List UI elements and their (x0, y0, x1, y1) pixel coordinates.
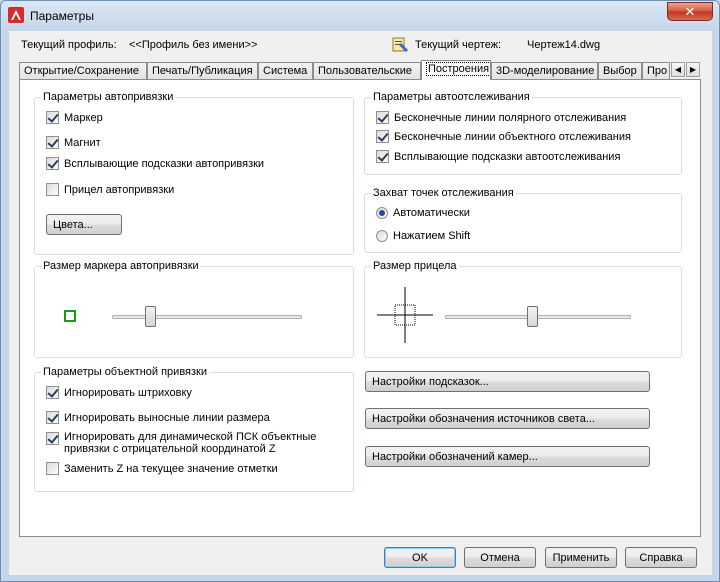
checkbox-polar-tracking-vector[interactable]: Бесконечные линии полярного отслеживания (376, 111, 626, 124)
group-title: Захват точек отслеживания (371, 187, 516, 199)
light-glyph-settings-button[interactable]: Настройки обозначения источников света..… (365, 408, 650, 429)
help-button[interactable]: Справка (625, 547, 697, 568)
tab-open-save[interactable]: Открытие/Сохранение (19, 62, 147, 79)
current-drawing-value: Чертеж14.dwg (527, 39, 601, 51)
checkbox-label: Магнит (64, 136, 101, 149)
marker-size-group: Размер маркера автопривязки (34, 260, 354, 358)
checkbox-label: Прицел автопривязки (64, 183, 175, 196)
drawing-file-icon (392, 37, 408, 52)
checkbox-marker[interactable]: Маркер (46, 111, 103, 124)
tab-user-preferences[interactable]: Пользовательские (313, 62, 421, 79)
tab-label: 3D-моделирование (496, 65, 595, 77)
drafting-page: Параметры автопривязки Маркер Магнит Всп… (19, 79, 701, 537)
group-title: Размер прицела (371, 260, 459, 272)
aperture-size-slider-thumb[interactable] (527, 306, 539, 327)
checkbox-label: Игнорировать штриховку (64, 386, 192, 399)
checkbox-ignore-dimension-extension[interactable]: Игнорировать выносные линии размера (46, 411, 270, 424)
marker-size-slider[interactable] (112, 315, 302, 319)
autotrack-settings-group: Параметры автоотслеживания Бесконечные л… (364, 91, 682, 175)
tab-selection[interactable]: Выбор (598, 62, 642, 79)
aperture-crosshair-icon (377, 287, 433, 343)
window-title: Параметры (30, 9, 94, 23)
close-icon: ✕ (684, 4, 696, 19)
tab-label: Пользовательские (318, 65, 412, 77)
group-title: Размер маркера автопривязки (41, 260, 201, 272)
options-window: Параметры ✕ Текущий профиль: <<Профиль б… (0, 0, 720, 582)
tab-system[interactable]: Система (258, 62, 313, 79)
checkbox-label: Игнорировать выносные линии размера (64, 411, 270, 424)
radio-label: Нажатием Shift (393, 230, 471, 242)
close-button[interactable]: ✕ (667, 2, 713, 21)
camera-glyph-settings-button[interactable]: Настройки обозначений камер... (365, 446, 650, 467)
tab-profiles[interactable]: Про (642, 62, 670, 79)
checkbox-label: Бесконечные линии объектного отслеживани… (394, 130, 631, 143)
checkbox-autosnap-tooltips[interactable]: Всплывающие подсказки автопривязки (46, 157, 264, 170)
checkbox-ignore-negative-z[interactable]: Игнорировать для динамической ПСК объект… (46, 431, 336, 455)
acquisition-group: Захват точек отслеживания Автоматически … (364, 187, 682, 253)
checkbox-icon (46, 411, 59, 424)
colors-button[interactable]: Цвета... (46, 214, 122, 235)
tab-label: Открытие/Сохранение (24, 65, 139, 77)
title-bar[interactable]: Параметры ✕ (1, 1, 719, 31)
radio-automatic[interactable]: Автоматически (376, 207, 470, 219)
current-profile-value: <<Профиль без имени>> (129, 39, 258, 51)
tooltip-settings-button[interactable]: Настройки подсказок... (365, 371, 650, 392)
checkbox-icon (376, 111, 389, 124)
checkbox-icon (46, 136, 59, 149)
tab-scroll-left-icon[interactable]: ◀ (671, 62, 685, 77)
marker-size-slider-thumb[interactable] (145, 306, 156, 327)
tab-label: Печать/Публикация (152, 65, 253, 77)
checkbox-aperture-box[interactable]: Прицел автопривязки (46, 183, 174, 196)
marker-preview (64, 310, 76, 322)
tab-scroll-right-icon[interactable]: ▶ (686, 62, 700, 77)
checkbox-replace-z-elevation[interactable]: Заменить Z на текущее значение отметки (46, 462, 278, 475)
tab-drafting[interactable]: Построения (421, 60, 491, 80)
group-title: Параметры объектной привязки (41, 366, 210, 378)
checkbox-icon (46, 386, 59, 399)
checkbox-icon (46, 432, 59, 445)
checkbox-icon (376, 150, 389, 163)
current-drawing-label: Текущий чертеж: (415, 39, 502, 51)
dialog-client: Текущий профиль: <<Профиль без имени>> Т… (9, 31, 712, 575)
osnap-options-group: Параметры объектной привязки Игнорироват… (34, 366, 354, 492)
checkbox-label: Всплывающие подсказки автопривязки (64, 157, 265, 170)
group-title: Параметры автопривязки (41, 91, 176, 103)
radio-label: Автоматически (393, 207, 470, 219)
cancel-button[interactable]: Отмена (464, 547, 536, 568)
checkbox-autotrack-tooltips[interactable]: Всплывающие подсказки автоотслеживания (376, 150, 620, 163)
radio-icon (376, 207, 388, 219)
autocad-logo-icon (8, 7, 24, 23)
checkbox-magnet[interactable]: Магнит (46, 136, 101, 149)
checkbox-ignore-hatch[interactable]: Игнорировать штриховку (46, 386, 192, 399)
tab-label: Про (647, 65, 668, 77)
tab-label: Построения (426, 62, 490, 76)
radio-shift-to-acquire[interactable]: Нажатием Shift (376, 230, 470, 242)
checkbox-label: Маркер (64, 111, 103, 124)
checkbox-label: Игнорировать для динамической ПСК объект… (64, 431, 317, 455)
tab-label: Система (263, 65, 308, 77)
aperture-size-group: Размер прицела (364, 260, 682, 358)
checkbox-label: Всплывающие подсказки автоотслеживания (394, 150, 621, 163)
ok-button[interactable]: OK (384, 547, 456, 568)
group-title: Параметры автоотслеживания (371, 91, 532, 103)
radio-icon (376, 230, 388, 242)
checkbox-icon (46, 462, 59, 475)
tab-strip: Открытие/Сохранение Печать/Публикация Си… (19, 60, 703, 80)
checkbox-icon (46, 157, 59, 170)
apply-button[interactable]: Применить (545, 547, 617, 568)
tab-plot-publish[interactable]: Печать/Публикация (147, 62, 258, 79)
checkbox-icon (376, 130, 389, 143)
checkbox-icon (46, 111, 59, 124)
tab-3d-modeling[interactable]: 3D-моделирование (491, 62, 598, 79)
checkbox-object-tracking-vector[interactable]: Бесконечные линии объектного отслеживани… (376, 130, 631, 143)
current-profile-label: Текущий профиль: (21, 39, 117, 51)
autosnap-settings-group: Параметры автопривязки Маркер Магнит Всп… (34, 91, 354, 255)
checkbox-label: Бесконечные линии полярного отслеживания (394, 111, 627, 124)
tab-label: Выбор (603, 65, 637, 77)
checkbox-icon (46, 183, 59, 196)
checkbox-label: Заменить Z на текущее значение отметки (64, 462, 278, 475)
